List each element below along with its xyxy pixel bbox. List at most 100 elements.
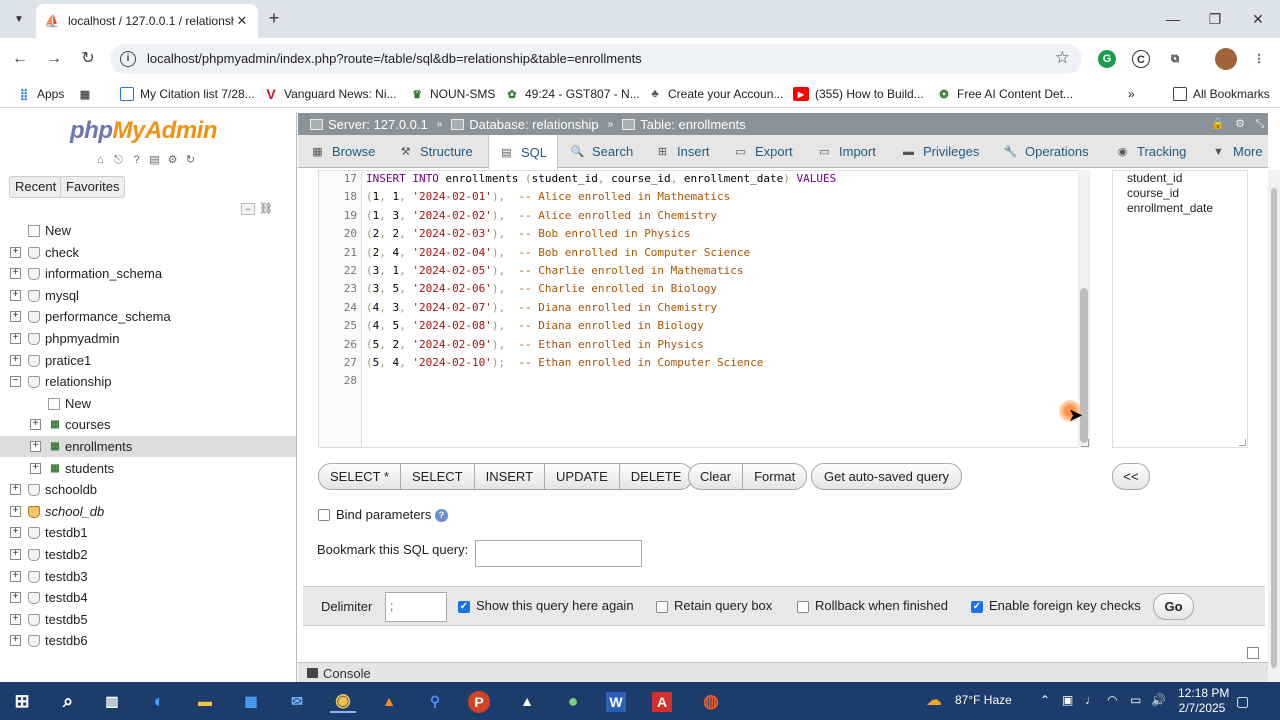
- word-icon[interactable]: W: [606, 692, 626, 712]
- acrobat-icon[interactable]: A: [652, 692, 672, 712]
- tab-browse[interactable]: ▦ Browse: [310, 135, 375, 168]
- windows-start-icon[interactable]: ⊞: [9, 689, 35, 713]
- sql-line[interactable]: (1, 1, '2024-02-01'), -- Alice enrolled …: [366, 190, 730, 203]
- update-button[interactable]: UPDATE: [545, 464, 620, 489]
- expand-node-icon[interactable]: +: [30, 419, 41, 431]
- docs-icon[interactable]: ▤: [147, 153, 162, 167]
- retain-query-box-checkbox[interactable]: [656, 601, 668, 613]
- bookmark-apps[interactable]: ⣿ Apps: [17, 85, 64, 103]
- sql-line[interactable]: (2, 2, '2024-02-03'), -- Bob enrolled in…: [366, 227, 691, 240]
- columns-resize-handle[interactable]: [1239, 439, 1246, 446]
- tree-item[interactable]: + testdb1: [0, 522, 296, 543]
- tree-item[interactable]: New: [0, 220, 296, 241]
- edge-browser-icon[interactable]: ◐: [146, 689, 172, 713]
- tab-insert[interactable]: ⊞ Insert: [655, 135, 710, 168]
- bookmark-star-icon[interactable]: ☆: [1055, 48, 1070, 68]
- editor-resize-handle[interactable]: [1081, 439, 1089, 447]
- tab-privileges[interactable]: ▬ Privileges: [901, 135, 979, 168]
- expand-node-icon[interactable]: +: [10, 246, 21, 258]
- sql-line[interactable]: INSERT INTO enrollments (student_id, cou…: [366, 172, 836, 185]
- profile-avatar[interactable]: [1215, 48, 1237, 70]
- tree-item[interactable]: + check: [0, 242, 296, 263]
- logout-icon[interactable]: ⎋: [111, 153, 126, 167]
- expand-node-icon[interactable]: +: [30, 462, 41, 474]
- expand-node-icon[interactable]: +: [10, 635, 21, 647]
- show-query-again-checkbox[interactable]: ✓: [458, 601, 470, 613]
- show-hidden-icons-chevron-icon[interactable]: ⌃: [1040, 693, 1050, 707]
- bookmarks-overflow-chevron-icon[interactable]: »: [1128, 85, 1135, 103]
- console-bar[interactable]: Console: [298, 662, 1268, 682]
- clear-button[interactable]: Clear: [689, 464, 744, 489]
- expand-node-icon[interactable]: +: [10, 484, 21, 496]
- tree-item[interactable]: + phpmyadmin: [0, 328, 296, 349]
- select-star-button[interactable]: SELECT *: [319, 464, 402, 489]
- wifi-icon[interactable]: ◠: [1107, 693, 1117, 707]
- volume-icon[interactable]: 🔊: [1151, 693, 1166, 707]
- expand-node-icon[interactable]: +: [10, 592, 21, 604]
- tree-item[interactable]: + performance_schema: [0, 306, 296, 327]
- insert-button[interactable]: INSERT: [475, 464, 546, 489]
- console-options-icon[interactable]: [1247, 647, 1259, 659]
- breadcrumb-server[interactable]: Server: 127.0.0.1: [310, 117, 428, 132]
- all-bookmarks[interactable]: All Bookmarks: [1173, 85, 1270, 103]
- tab-sql[interactable]: ▤ SQL: [488, 135, 559, 169]
- phpmyadmin-logo[interactable]: phpMyAdmin: [70, 117, 217, 145]
- tree-item[interactable]: + testdb5: [0, 609, 296, 630]
- expand-node-icon[interactable]: +: [10, 549, 21, 560]
- microphone-icon[interactable]: ♩: [1085, 693, 1097, 707]
- bookmark-tab-groups[interactable]: ▦: [78, 85, 98, 103]
- column-item-enrollment-date[interactable]: enrollment_date: [1127, 201, 1213, 215]
- select-button[interactable]: SELECT: [401, 464, 475, 489]
- tab-more[interactable]: ▼ More: [1211, 135, 1263, 168]
- tree-item[interactable]: + ▦ enrollments: [0, 436, 296, 457]
- expand-node-icon[interactable]: +: [10, 613, 21, 625]
- bookmark-query-input[interactable]: [475, 540, 642, 567]
- foreign-key-checks-checkbox[interactable]: ✓: [971, 601, 983, 613]
- network-icon[interactable]: ▣: [1062, 693, 1073, 707]
- page-scrollbar[interactable]: [1268, 170, 1280, 682]
- powerpoint-icon[interactable]: P: [468, 691, 490, 713]
- url-text[interactable]: localhost/phpmyadmin/index.php?route=/ta…: [147, 51, 642, 66]
- column-item-course-id[interactable]: course_id: [1127, 186, 1179, 200]
- tree-item[interactable]: + testdb6: [0, 630, 296, 651]
- recent-tab[interactable]: Recent: [9, 176, 63, 198]
- tab-import[interactable]: ▭ Import: [817, 135, 876, 168]
- tree-item[interactable]: − relationship: [0, 371, 296, 392]
- back-arrow-icon[interactable]: ←: [9, 48, 31, 70]
- reload-icon[interactable]: ↻: [77, 48, 99, 70]
- expand-node-icon[interactable]: +: [10, 570, 21, 582]
- bookmark-create-account[interactable]: ♣ Create your Accoun...: [648, 85, 783, 103]
- breadcrumb-table[interactable]: Table: enrollments: [622, 117, 746, 132]
- expand-node-icon[interactable]: +: [10, 527, 21, 539]
- tab-tracking[interactable]: ◉ Tracking: [1115, 135, 1187, 168]
- tree-item[interactable]: + testdb3: [0, 566, 296, 587]
- tree-item[interactable]: + schooldb: [0, 479, 296, 500]
- copyright-extension-icon[interactable]: C: [1132, 50, 1150, 68]
- breadcrumb-database[interactable]: Database: relationship: [451, 117, 599, 132]
- maximize-window-icon[interactable]: ❐: [1203, 8, 1227, 30]
- expand-node-icon[interactable]: +: [10, 289, 21, 301]
- collapse-columns-button[interactable]: <<: [1112, 463, 1150, 490]
- help-icon[interactable]: ?: [129, 153, 144, 167]
- chrome-menu-icon[interactable]: ⋮: [1250, 50, 1268, 68]
- sql-line[interactable]: (5, 4, '2024-02-10'); -- Ethan enrolled …: [366, 356, 763, 369]
- get-auto-saved-query-button[interactable]: Get auto-saved query: [811, 463, 963, 490]
- tree-item[interactable]: + testdb2: [0, 544, 296, 565]
- expand-node-icon[interactable]: +: [10, 311, 21, 323]
- bookmark-ai-detector[interactable]: ❂ Free AI Content Det...: [937, 85, 1073, 103]
- home-icon[interactable]: ⌂: [93, 153, 108, 167]
- tab-search[interactable]: 🔍 Search: [570, 135, 634, 168]
- tree-item[interactable]: + information_schema: [0, 263, 296, 284]
- settings-gear-icon[interactable]: ⚙: [165, 153, 180, 167]
- search-icon[interactable]: ⌕: [55, 689, 81, 713]
- column-item-student-id[interactable]: student_id: [1127, 171, 1182, 185]
- reload-nav-icon[interactable]: ↻: [183, 153, 198, 167]
- task-view-icon[interactable]: ▥: [99, 689, 125, 713]
- page-settings-icon[interactable]: ⚙: [1233, 117, 1247, 131]
- bookmark-citation[interactable]: My Citation list 7/28...: [120, 85, 255, 103]
- forward-arrow-icon[interactable]: →: [43, 48, 65, 70]
- collapse-all-icon[interactable]: −: [241, 203, 255, 215]
- firefox-icon[interactable]: ◍: [698, 689, 724, 713]
- inkscape-icon[interactable]: ▲: [514, 689, 540, 713]
- bookmark-gst807[interactable]: ✿ 49:24 - GST807 - N...: [505, 85, 639, 103]
